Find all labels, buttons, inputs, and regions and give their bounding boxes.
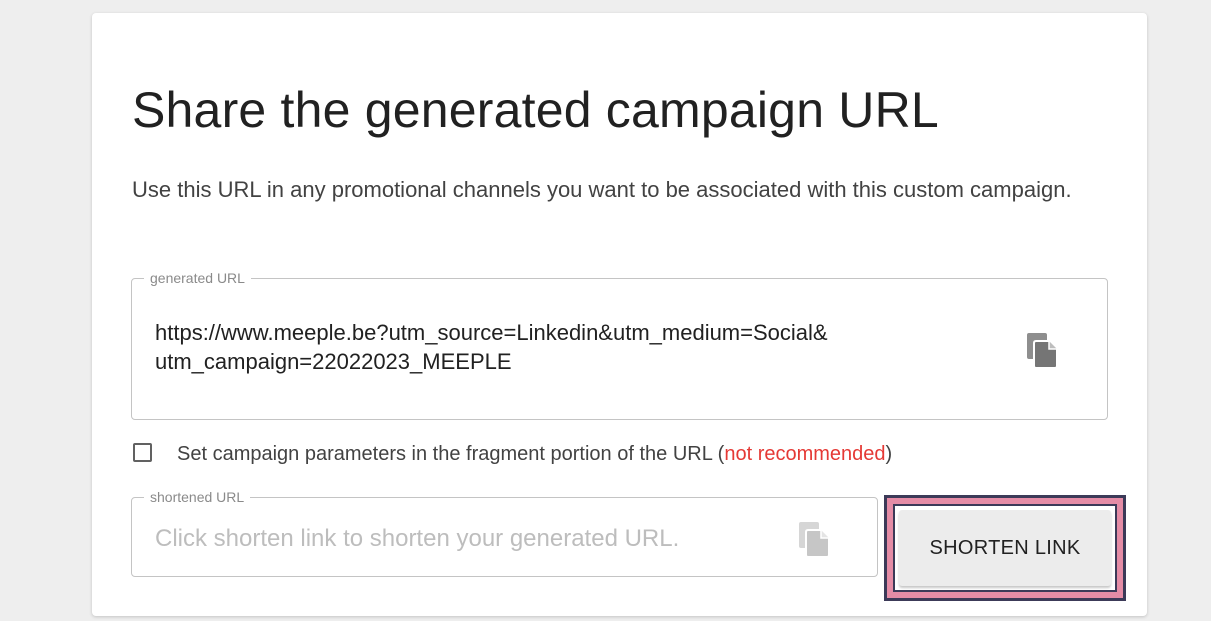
fragment-label-text: Set campaign parameters in the fragment … [177,443,725,465]
generated-url-legend: generated URL [144,270,251,286]
shorten-link-button[interactable]: SHORTEN LINK [899,510,1111,586]
copy-icon[interactable] [1025,331,1059,369]
generated-url-value[interactable]: https://www.meeple.be?utm_source=Linkedi… [155,318,1005,376]
not-recommended-text: not recommended [724,443,886,465]
fragment-label-suffix: ) [885,443,893,465]
card-title: Share the generated campaign URL [132,82,939,138]
copy-icon[interactable] [797,520,831,558]
shortened-url-placeholder: Click shorten link to shorten your gener… [155,525,680,552]
generated-url-field[interactable]: generated URL https://www.meeple.be?utm_… [131,270,1108,420]
fragment-option-label: Set campaign parameters in the fragment … [177,441,892,467]
shortened-url-field[interactable]: shortened URL Click shorten link to shor… [131,489,878,577]
shortened-url-legend: shortened URL [144,489,251,505]
generated-url-line-1: https://www.meeple.be?utm_source=Linkedi… [155,320,828,345]
campaign-url-card: Share the generated campaign URL Use thi… [92,13,1147,616]
card-description: Use this URL in any promotional channels… [132,177,1072,202]
generated-url-line-2: utm_campaign=22022023_MEEPLE [155,349,512,374]
shorten-link-highlight-inner: SHORTEN LINK [893,504,1117,592]
shorten-link-highlight: SHORTEN LINK [884,495,1126,601]
fragment-checkbox[interactable] [133,443,152,462]
